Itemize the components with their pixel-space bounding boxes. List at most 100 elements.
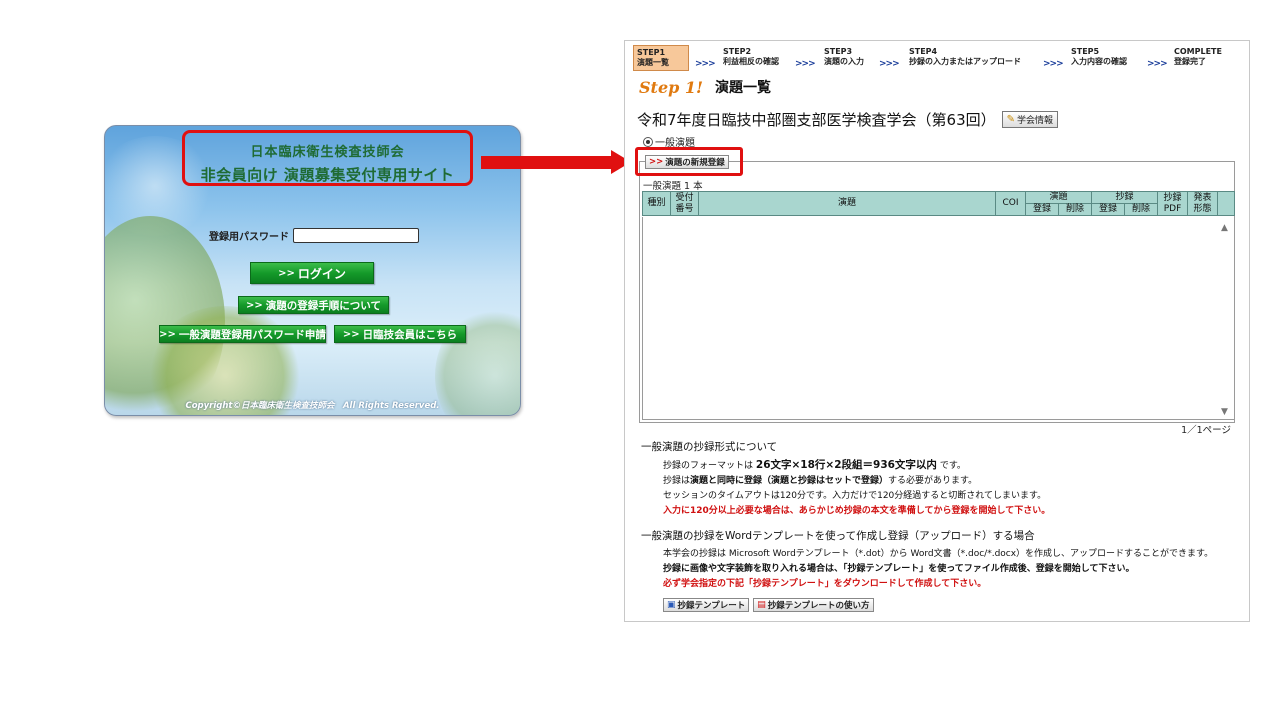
registration-howto-button[interactable]: >> 演題の登録手順について [238, 296, 389, 314]
col-presentation-register: 登録 [1025, 203, 1059, 216]
abstract-template-label: 抄録テンプレート [677, 601, 746, 611]
word-document-icon: ▣ [667, 600, 676, 610]
col-presentation-delete: 削除 [1058, 203, 1092, 216]
format-line-3: セッションのタイムアウトは120分です。入力だけで120分経過すると切断されてし… [663, 491, 1047, 501]
chevron-right-icon: >>> [879, 59, 900, 69]
copyright-text: Copyright©日本臨床衛生検査技師会 All Rights Reserve… [185, 401, 440, 411]
format-line-1-bold: 26文字×18行×2段組＝936文字以内 [755, 459, 937, 471]
step-indicator: Step 1! [639, 77, 704, 97]
pencil-icon: ✎ [1006, 114, 1016, 125]
format-line-1-prefix: 抄録のフォーマットは [663, 461, 754, 471]
step-4-label: 抄録の入力またはアップロード [909, 57, 1021, 66]
col-format-line1: 発表 [1193, 192, 1212, 203]
col-format-line2: 形態 [1193, 203, 1212, 214]
word-template-line-1: 本学会の抄録は Microsoft Wordテンプレート（*.dot）から Wo… [663, 549, 1214, 559]
member-button-label: 日臨技会員はこちら [362, 328, 458, 341]
col-receipt-number-line2: 番号 [675, 203, 694, 214]
step-5-number: STEP5 [1071, 47, 1100, 56]
step-3-label: 演題の入力 [824, 57, 864, 66]
scroll-down-icon[interactable]: ▼ [1221, 407, 1228, 417]
login-button[interactable]: >> ログイン [250, 262, 374, 284]
abstract-list-body[interactable]: ▲ ▼ [642, 217, 1235, 420]
word-template-line-2-text: 抄録に画像や文字装飾を取り入れる場合は、「抄録テンプレート」を使ってファイル作成… [663, 564, 1135, 574]
word-template-heading: 一般演題の抄録をWordテンプレートを使って作成し登録（アップロード）する場合 [641, 530, 1035, 542]
abstract-format-heading: 一般演題の抄録形式について [641, 441, 778, 453]
password-row: 登録用パスワード [209, 228, 419, 243]
conference-info-label: 学会情報 [1017, 116, 1054, 126]
col-scroll-spacer [1217, 191, 1235, 216]
abstract-template-button[interactable]: ▣ 抄録テンプレート [663, 598, 750, 612]
password-request-label: 一般演題登録用パスワード申請 [178, 328, 326, 341]
step-4: STEP4 抄録の入力またはアップロード [909, 47, 1021, 67]
password-request-button[interactable]: >> 一般演題登録用パスワード申請 [159, 325, 326, 343]
chevron-right-icon: >>> [1147, 59, 1168, 69]
col-format: 発表 形態 [1187, 191, 1218, 216]
format-line-2-bold: 演題と同時に登録（演題と抄録はセットで登録） [690, 476, 889, 486]
pdf-icon: ▤ [757, 600, 766, 610]
col-receipt-number-line1: 受付 [675, 192, 694, 203]
conference-title-row: 令和7年度日臨技中部圏支部医学検査学会（第63回） ✎ 学会情報 [637, 109, 1059, 130]
conference-title: 令和7年度日臨技中部圏支部医学検査学会（第63回） [637, 111, 996, 129]
step-title: 演題一覧 [715, 80, 772, 96]
col-title: 演題 [698, 191, 996, 216]
login-button-label: ログイン [297, 266, 346, 281]
step-5-label: 入力内容の確認 [1071, 57, 1127, 66]
chevron-right-icon: >>> [795, 59, 816, 69]
col-abstract-pdf: 抄録 PDF [1157, 191, 1188, 216]
col-type: 種別 [642, 191, 671, 216]
password-input[interactable] [293, 228, 419, 243]
step-complete: COMPLETE 登録完了 [1174, 47, 1222, 67]
format-line-2-suffix: する必要があります。 [888, 476, 978, 486]
step-1-number: STEP1 [637, 48, 666, 57]
format-line-4: 入力に120分以上必要な場合は、あらかじめ抄録の本文を準備してから登録を開始して… [663, 506, 1051, 516]
col-presentation: 演題 [1025, 191, 1092, 204]
template-usage-label: 抄録テンプレートの使い方 [767, 601, 870, 611]
arrow-right-icon [481, 156, 613, 169]
conference-info-button[interactable]: ✎ 学会情報 [1001, 111, 1059, 128]
member-site-button[interactable]: >> 日臨技会員はこちら [334, 325, 466, 343]
col-abstract-register: 登録 [1091, 203, 1125, 216]
chevron-icon: >> [342, 328, 360, 340]
password-label: 登録用パスワード [209, 232, 289, 243]
step-heading: Step 1! 演題一覧 [639, 77, 771, 97]
step-complete-number: COMPLETE [1174, 47, 1222, 56]
template-usage-button[interactable]: ▤ 抄録テンプレートの使い方 [753, 598, 874, 612]
template-buttons: ▣ 抄録テンプレート ▤ 抄録テンプレートの使い方 [663, 598, 874, 612]
step-3: STEP3 演題の入力 [824, 47, 864, 67]
chevron-icon: >> [649, 157, 664, 167]
chevron-icon: >> [159, 328, 176, 340]
chevron-right-icon: >>> [1043, 59, 1064, 69]
site-title-highlight: 日本臨床衛生検査技師会 非会員向け 演題募集受付専用サイト [182, 130, 473, 186]
word-template-line-2: 抄録に画像や文字装飾を取り入れる場合は、「抄録テンプレート」を使ってファイル作成… [663, 561, 1135, 574]
col-abstract-pdf-line1: 抄録 [1163, 192, 1182, 203]
abstract-table-header: 種別 受付 番号 演題 COI 演題 抄録 抄録 PDF 発表 形態 登録 削除… [642, 191, 1235, 216]
site-title-line2: 非会員向け 演題募集受付専用サイト [200, 166, 455, 184]
col-coi: COI [995, 191, 1026, 216]
word-template-line-3: 必ず学会指定の下記「抄録テンプレート」をダウンロードして作成して下さい。 [663, 579, 987, 589]
format-line-1: 抄録のフォーマットは 26文字×18行×2段組＝936文字以内 です。 [663, 457, 966, 472]
new-registration-button[interactable]: >> 演題の新規登録 [645, 155, 729, 169]
new-registration-label: 演題の新規登録 [665, 158, 725, 168]
scroll-up-icon[interactable]: ▲ [1221, 223, 1228, 233]
screenshot-root: 日本臨床衛生検査技師会 非会員向け 演題募集受付専用サイト 登録用パスワード >… [0, 0, 1280, 720]
step-2-label: 利益相反の確認 [723, 57, 779, 66]
new-registration-highlight: >> 演題の新規登録 [635, 147, 743, 176]
chevron-icon: >> [278, 267, 295, 279]
abstract-list-page: STEP1 演題一覧 >>> STEP2 利益相反の確認 >>> STEP3 演… [624, 40, 1250, 622]
radio-selected-icon[interactable] [643, 136, 653, 147]
site-title-line1: 日本臨床衛生検査技師会 [250, 145, 405, 160]
col-abstract: 抄録 [1091, 191, 1158, 204]
col-abstract-delete: 削除 [1124, 203, 1158, 216]
howto-button-label: 演題の登録手順について [265, 299, 381, 312]
list-scrollbar[interactable]: ▲ ▼ [1218, 217, 1234, 419]
abstract-count: 一般演題 1 本 [643, 181, 703, 192]
format-line-2: 抄録は演題と同時に登録（演題と抄録はセットで登録）する必要があります。 [663, 473, 977, 486]
col-abstract-pdf-line2: PDF [1163, 203, 1182, 214]
step-complete-label: 登録完了 [1174, 57, 1206, 66]
step-2-number: STEP2 [723, 47, 752, 56]
format-line-2-prefix: 抄録は [663, 476, 691, 486]
step-progress-bar: STEP1 演題一覧 >>> STEP2 利益相反の確認 >>> STEP3 演… [633, 45, 1233, 71]
step-1-label: 演題一覧 [637, 58, 669, 67]
step-4-number: STEP4 [909, 47, 938, 56]
step-1: STEP1 演題一覧 [633, 45, 689, 71]
